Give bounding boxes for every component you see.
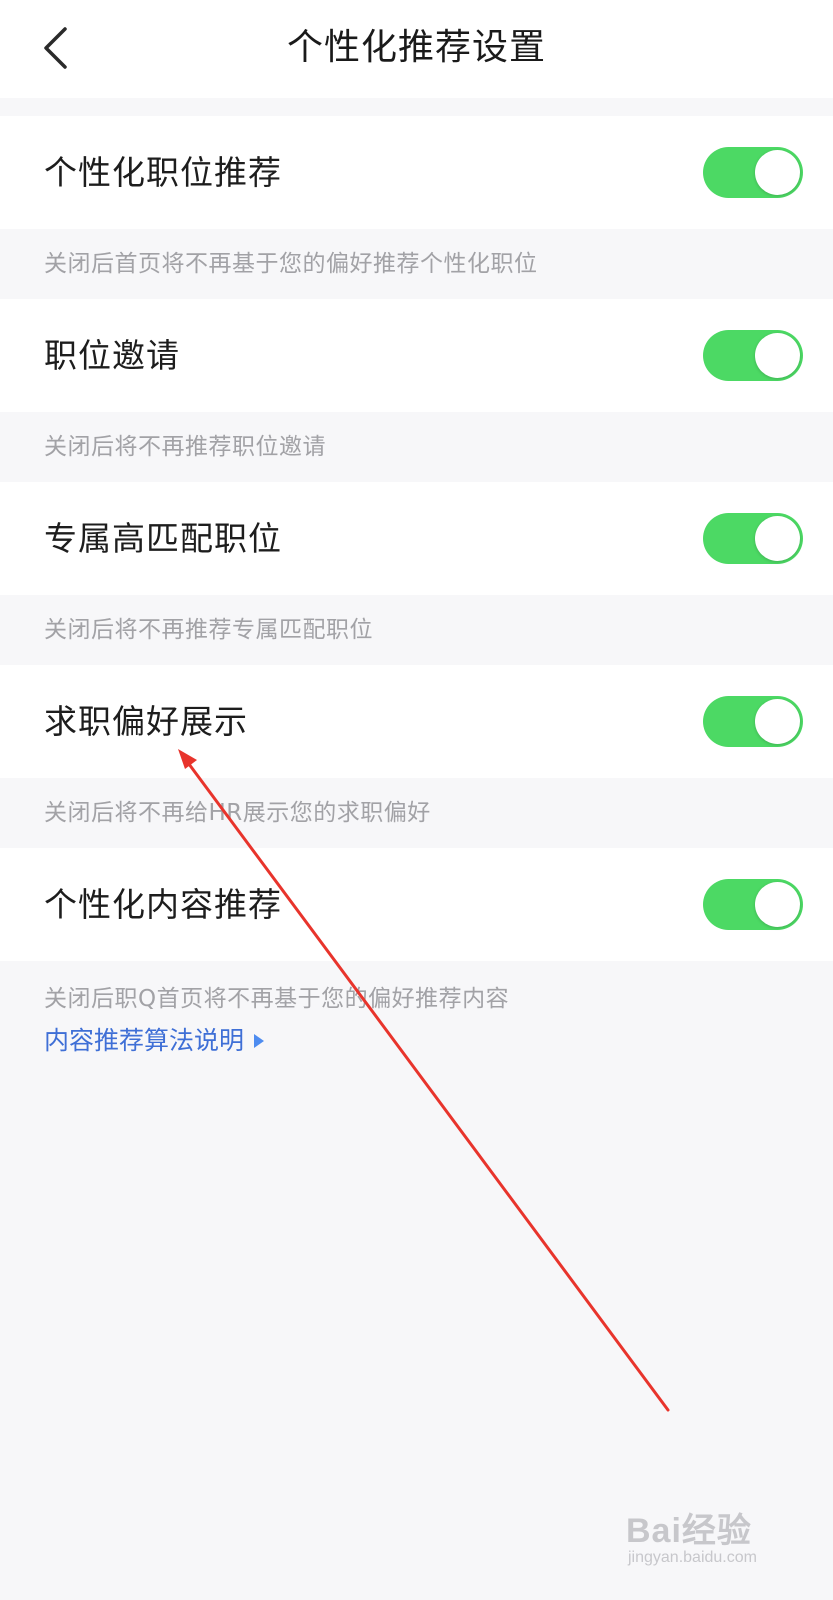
setting-label: 求职偏好展示 bbox=[44, 702, 248, 741]
page-title: 个性化推荐设置 bbox=[286, 27, 546, 68]
setting-label: 专属高匹配职位 bbox=[44, 519, 282, 558]
high-match-jobs-toggle[interactable] bbox=[703, 513, 803, 564]
job-preference-display-toggle[interactable] bbox=[703, 696, 803, 747]
watermark-logo: Bai经验 bbox=[626, 1512, 752, 1550]
setting-description: 关闭后将不再推荐专属匹配职位 bbox=[44, 617, 373, 643]
setting-row-personalized-jobs: 个性化职位推荐 bbox=[0, 116, 833, 229]
baidu-jingyan-watermark: Bai经验 jingyan.baidu.com bbox=[626, 1503, 796, 1583]
personalized-content-toggle[interactable] bbox=[703, 879, 803, 930]
setting-row-personalized-content: 个性化内容推荐 bbox=[0, 848, 833, 961]
toggle-knob bbox=[755, 882, 800, 927]
settings-list: 个性化职位推荐 关闭后首页将不再基于您的偏好推荐个性化职位 职位邀请 关闭后将不… bbox=[0, 116, 833, 1061]
toggle-knob bbox=[755, 699, 800, 744]
algorithm-explanation-link[interactable]: 内容推荐算法说明 bbox=[44, 1021, 265, 1061]
setting-description: 关闭后职Q首页将不再基于您的偏好推荐内容 bbox=[44, 986, 510, 1012]
setting-row-job-preference-display: 求职偏好展示 bbox=[0, 665, 833, 778]
screen: 个性化推荐设置 个性化职位推荐 关闭后首页将不再基于您的偏好推荐个性化职位 职位… bbox=[0, 0, 833, 1600]
setting-description: 关闭后将不再给HR展示您的求职偏好 bbox=[44, 800, 431, 826]
toggle-knob bbox=[755, 516, 800, 561]
navigation-bar: 个性化推荐设置 bbox=[0, 0, 833, 98]
watermark-url: jingyan.baidu.com bbox=[628, 1549, 757, 1566]
setting-label: 个性化职位推荐 bbox=[44, 153, 282, 192]
toggle-knob bbox=[755, 150, 800, 195]
play-triangle-icon bbox=[254, 1034, 265, 1048]
setting-description: 关闭后将不再推荐职位邀请 bbox=[44, 434, 326, 460]
setting-row-job-invitation: 职位邀请 bbox=[0, 299, 833, 412]
setting-row-high-match-jobs: 专属高匹配职位 bbox=[0, 482, 833, 595]
setting-label: 职位邀请 bbox=[44, 336, 180, 375]
personalized-jobs-toggle[interactable] bbox=[703, 147, 803, 198]
job-invitation-toggle[interactable] bbox=[703, 330, 803, 381]
toggle-knob bbox=[755, 333, 800, 378]
algorithm-link-label: 内容推荐算法说明 bbox=[44, 1026, 245, 1055]
setting-description: 关闭后首页将不再基于您的偏好推荐个性化职位 bbox=[44, 251, 538, 277]
setting-label: 个性化内容推荐 bbox=[44, 885, 282, 924]
